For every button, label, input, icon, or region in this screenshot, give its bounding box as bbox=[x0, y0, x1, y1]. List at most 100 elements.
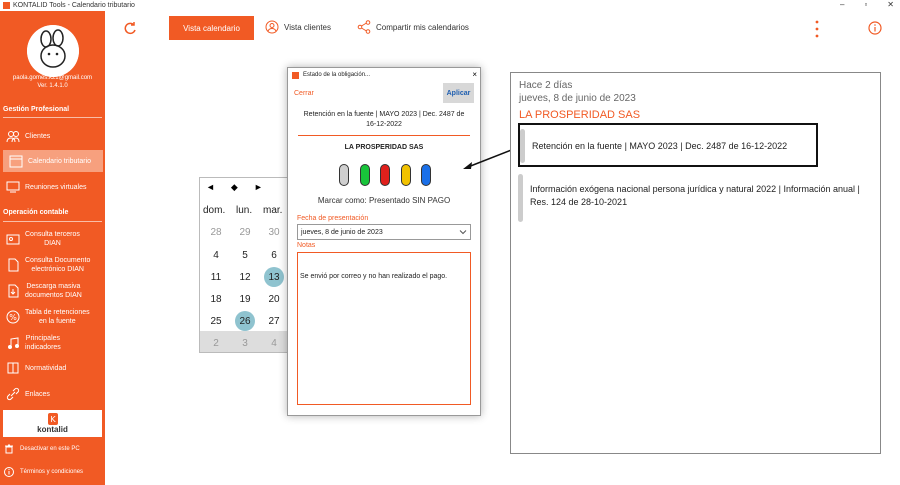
sidebar-item-clientes[interactable]: Clientes bbox=[0, 125, 105, 147]
more-vertical-icon[interactable] bbox=[812, 19, 822, 39]
info-icon[interactable] bbox=[868, 21, 882, 35]
sidebar-item-consulta-documento[interactable]: Consulta Documento electrónico DIAN bbox=[0, 254, 105, 276]
close-icon[interactable]: ✕ bbox=[887, 0, 894, 9]
link-icon bbox=[6, 387, 20, 401]
calendar-day[interactable]: 29 bbox=[235, 222, 255, 242]
monitor-icon bbox=[6, 181, 20, 193]
dialog-title: Estado de la obligación... bbox=[303, 72, 371, 78]
fecha-label: Fecha de presentación bbox=[297, 215, 369, 222]
terms-link[interactable]: Términos y condiciones bbox=[4, 467, 83, 477]
status-pill-gray[interactable] bbox=[339, 164, 349, 186]
svg-text:%: % bbox=[9, 313, 17, 322]
refresh-icon[interactable] bbox=[123, 21, 137, 35]
deactivate-label: Desactivar en este PC bbox=[20, 446, 80, 452]
calendar-day[interactable]: 11 bbox=[206, 267, 226, 287]
title-bar: KONTALID Tools - Calendario tributario –… bbox=[0, 0, 900, 11]
svg-text:K: K bbox=[50, 415, 56, 424]
calendar-day[interactable]: 3 bbox=[235, 333, 255, 352]
cerrar-button[interactable]: Cerrar bbox=[294, 90, 314, 97]
sidebar-item-label: Normatividad bbox=[25, 364, 67, 372]
calendar-day[interactable]: 27 bbox=[264, 311, 284, 331]
calendar-day[interactable]: 4 bbox=[206, 245, 226, 265]
id-card-icon bbox=[6, 234, 20, 245]
calendar-day[interactable]: 26 bbox=[235, 311, 255, 331]
minimize-icon[interactable]: – bbox=[840, 0, 844, 9]
music-note-icon bbox=[8, 337, 19, 349]
calendar-icon bbox=[9, 155, 23, 168]
download-icon bbox=[8, 284, 19, 298]
trash-icon bbox=[5, 444, 13, 454]
calendar-day[interactable]: 25 bbox=[206, 311, 226, 331]
obligation-text: Información exógena nacional persona jur… bbox=[530, 184, 860, 207]
tab-vista-calendario[interactable]: Vista calendario bbox=[169, 16, 254, 40]
app-version: Ver. 1.4.1.0 bbox=[37, 83, 68, 89]
sidebar-item-enlaces[interactable]: Enlaces bbox=[0, 383, 105, 405]
avatar[interactable] bbox=[27, 25, 79, 77]
sidebar-item-label: Descarga masiva documentos DIAN bbox=[25, 283, 82, 299]
sidebar-item-label: Consulta Documento electrónico DIAN bbox=[25, 257, 91, 273]
tab-label: Compartir mis calendarios bbox=[376, 22, 469, 32]
fecha-value: jueves, 8 de junio de 2023 bbox=[301, 228, 383, 236]
status-pill-red[interactable] bbox=[380, 164, 390, 186]
calendar-day[interactable]: 30 bbox=[264, 222, 284, 242]
sidebar-item-indicadores[interactable]: Principales indicadores bbox=[0, 332, 105, 354]
tab-vista-clientes[interactable]: Vista clientes bbox=[265, 20, 331, 34]
info-icon bbox=[4, 467, 14, 477]
sidebar-item-label: Tabla de retenciones en la fuente bbox=[25, 309, 90, 325]
tab-label: Vista calendario bbox=[183, 23, 240, 33]
calendar-day[interactable]: 4 bbox=[264, 333, 284, 352]
sidebar-item-label: Clientes bbox=[25, 132, 51, 140]
divider bbox=[298, 135, 470, 136]
obligation-text: Retención en la fuente | MAYO 2023 | Dec… bbox=[532, 141, 788, 151]
divider bbox=[3, 117, 102, 118]
maximize-icon[interactable]: ▫ bbox=[864, 0, 867, 9]
status-pill-blue[interactable] bbox=[421, 164, 431, 186]
section-gestion: Gestión Profesional bbox=[3, 106, 70, 113]
calendar-day[interactable]: 12 bbox=[235, 267, 255, 287]
panel-company: LA PROSPERIDAD SAS bbox=[519, 109, 641, 121]
sidebar-item-label: Principales indicadores bbox=[25, 335, 61, 351]
logo-text: kontalid bbox=[37, 425, 68, 434]
dialog-close-icon[interactable]: × bbox=[472, 70, 477, 79]
obligation-card[interactable]: Retención en la fuente | MAYO 2023 | Dec… bbox=[518, 123, 818, 167]
fecha-select[interactable]: jueves, 8 de junio de 2023 bbox=[297, 224, 471, 240]
notas-label: Notas bbox=[297, 242, 316, 249]
terms-label: Términos y condiciones bbox=[20, 469, 84, 475]
aplicar-button[interactable]: Aplicar bbox=[443, 83, 474, 103]
calendar-day[interactable]: 6 bbox=[264, 245, 284, 265]
sidebar-item-label: Reuniones virtuales bbox=[25, 183, 87, 191]
deactivate-link[interactable]: Desactivar en este PC bbox=[4, 444, 80, 454]
kontalid-logo: K kontalid bbox=[3, 410, 102, 437]
status-pill-green[interactable] bbox=[360, 164, 370, 186]
user-email: paola.gomes.k21@gmail.com bbox=[12, 75, 93, 81]
obligation-card[interactable]: Información exógena nacional persona jur… bbox=[518, 170, 860, 222]
sidebar-item-calendario[interactable]: Calendario tributario bbox=[3, 150, 103, 172]
sidebar-item-consulta-terceros[interactable]: Consulta terceros DIAN bbox=[0, 228, 105, 250]
sidebar-item-descarga-masiva[interactable]: Descarga masiva documentos DIAN bbox=[0, 280, 105, 302]
sidebar-item-reuniones[interactable]: Reuniones virtuales bbox=[0, 176, 105, 198]
app-icon bbox=[3, 2, 10, 9]
calendar-day[interactable]: 18 bbox=[206, 289, 226, 309]
app-icon bbox=[292, 71, 299, 79]
prev-month-icon[interactable]: ◄ bbox=[206, 182, 215, 193]
status-pill-yellow[interactable] bbox=[401, 164, 411, 186]
calendar-day[interactable]: 2 bbox=[206, 333, 226, 352]
calendar-nav: ◄ ◆ ► bbox=[206, 182, 263, 193]
calendar-day[interactable]: 28 bbox=[206, 222, 226, 242]
sidebar-item-normatividad[interactable]: Normatividad bbox=[0, 357, 105, 379]
tab-label: Vista clientes bbox=[284, 22, 331, 32]
mark-as-status: Marcar como: Presentado SIN PAGO bbox=[317, 196, 451, 205]
calendar-day[interactable]: 20 bbox=[264, 289, 284, 309]
day-detail-panel: Hace 2 días jueves, 8 de junio de 2023 L… bbox=[510, 72, 881, 454]
percent-icon: % bbox=[6, 310, 20, 324]
window-title: KONTALID Tools - Calendario tributario bbox=[13, 2, 135, 9]
today-icon[interactable]: ◆ bbox=[231, 182, 238, 193]
tab-compartir[interactable]: Compartir mis calendarios bbox=[357, 20, 469, 34]
calendar-day[interactable]: 19 bbox=[235, 289, 255, 309]
weekday-header: mar. bbox=[263, 205, 283, 216]
sidebar-item-tabla-retenciones[interactable]: % Tabla de retenciones en la fuente bbox=[0, 306, 105, 328]
calendar-day[interactable]: 13 bbox=[264, 267, 284, 287]
calendar-day[interactable]: 5 bbox=[235, 245, 255, 265]
notas-textarea[interactable]: Se envió por correo y no han realizado e… bbox=[297, 252, 471, 405]
next-month-icon[interactable]: ► bbox=[254, 182, 263, 193]
